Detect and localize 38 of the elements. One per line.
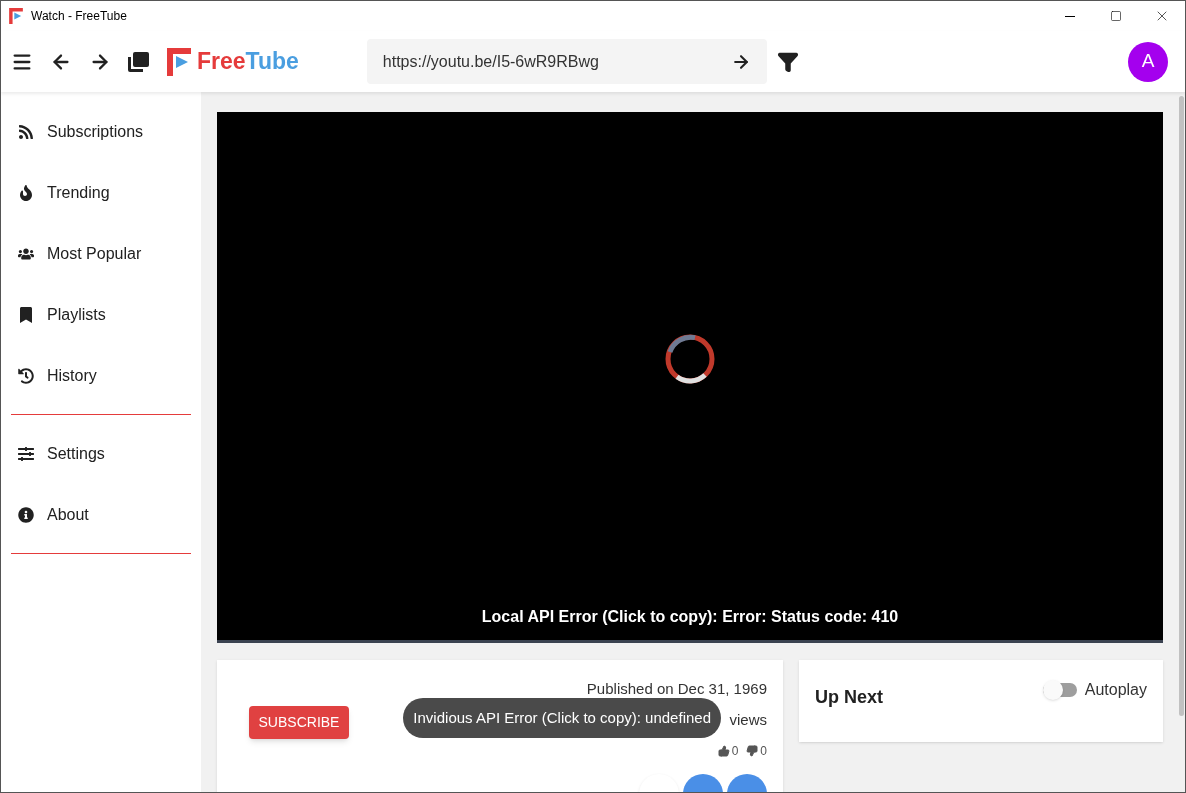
- search-bar[interactable]: https://youtu.be/I5-6wR9RBwg: [366, 39, 767, 84]
- new-window-icon[interactable]: [128, 51, 149, 72]
- error-message[interactable]: Local API Error (Click to copy): Error: Status code: 410: [481, 605, 899, 629]
- error-toast[interactable]: Invidious API Error (Click to copy): undefined: [403, 698, 721, 738]
- bookmark-icon: [18, 306, 34, 323]
- sidebar-item[interactable]: Most Popular: [47, 241, 142, 266]
- history-icon: [18, 367, 34, 384]
- info-icon: [18, 506, 34, 523]
- app-logo-text: FreeTube: [197, 50, 299, 73]
- video-player[interactable]: Local API Error (Click to copy): Error: Status code: 410: [217, 112, 1163, 643]
- sidebar-item[interactable]: About: [47, 502, 89, 527]
- view-count: views: [729, 711, 767, 729]
- sidebar-item[interactable]: Settings: [47, 441, 105, 466]
- sidebar-item[interactable]: Trending: [47, 180, 110, 205]
- loading-spinner-icon: [665, 333, 715, 384]
- maximize-icon: [1110, 10, 1122, 22]
- window-title: Watch - FreeTube: [31, 8, 127, 25]
- rss-icon: [18, 123, 34, 140]
- autoplay-label: Autoplay: [1084, 680, 1147, 700]
- avatar[interactable]: A: [1128, 41, 1168, 82]
- up-next-title: Up Next: [815, 686, 883, 709]
- filter-icon[interactable]: [776, 50, 799, 73]
- sliders-icon: [18, 445, 34, 462]
- sidebar-item[interactable]: History: [47, 363, 97, 388]
- published-date: Published on Dec 31, 1969: [586, 680, 767, 698]
- autoplay-toggle[interactable]: [1042, 683, 1077, 697]
- logo-icon: [167, 47, 191, 76]
- subscribe-button[interactable]: SUBSCRIBE: [249, 706, 349, 739]
- search-field[interactable]: https://youtu.be/I5-6wR9RBwg: [382, 49, 731, 74]
- sidebar-item[interactable]: Subscriptions: [47, 119, 144, 144]
- flame-icon: [18, 184, 34, 201]
- dislike-icon: [746, 745, 759, 757]
- sidebar-item[interactable]: Playlists: [47, 302, 106, 327]
- like-icon: [717, 745, 730, 757]
- app-icon: [9, 8, 23, 24]
- like-count: 0: [731, 743, 739, 760]
- minimize-icon: [1065, 15, 1075, 17]
- dislike-count: 0: [760, 743, 767, 760]
